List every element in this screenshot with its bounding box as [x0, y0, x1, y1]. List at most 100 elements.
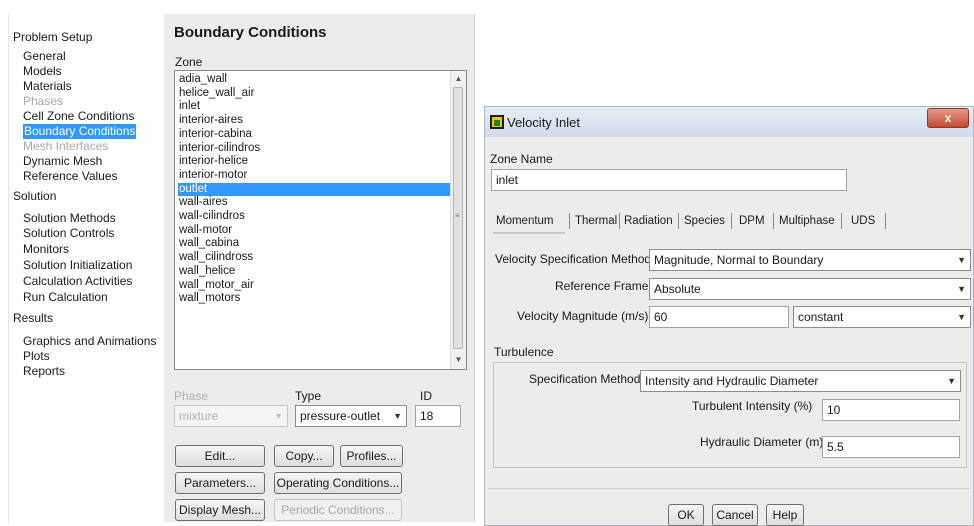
- dialog-titlebar[interactable]: Velocity Inlet x: [485, 107, 973, 137]
- tree-header-results[interactable]: Results: [13, 311, 53, 326]
- turbulent-intensity-field[interactable]: 10: [822, 399, 960, 421]
- tree-item-dynamic-mesh[interactable]: Dynamic Mesh: [23, 154, 102, 169]
- tab-separator: [619, 213, 620, 229]
- reference-frame-label: Reference Frame: [555, 279, 649, 293]
- chevron-down-icon: ▼: [957, 255, 966, 265]
- tab-uds[interactable]: UDS: [851, 210, 875, 232]
- reference-frame-value: Absolute: [654, 282, 701, 296]
- type-select[interactable]: pressure-outlet ▼: [295, 405, 407, 427]
- reference-frame-select[interactable]: Absolute ▼: [649, 278, 971, 300]
- id-field[interactable]: 18: [415, 405, 461, 427]
- zone-list-item[interactable]: inlet: [178, 100, 451, 114]
- tab-separator: [731, 213, 732, 229]
- zone-list-item[interactable]: wall-motor: [178, 224, 451, 238]
- zone-name-field[interactable]: inlet: [491, 169, 847, 191]
- parameters-button[interactable]: Parameters...: [175, 472, 265, 494]
- ok-button[interactable]: OK: [668, 504, 704, 526]
- tab-multiphase[interactable]: Multiphase: [779, 210, 835, 232]
- zone-list-scrollbar[interactable]: ▲ ≡ ▼: [450, 71, 466, 369]
- profiles-button[interactable]: Profiles...: [340, 445, 403, 467]
- zone-label: Zone: [175, 55, 203, 69]
- chevron-down-icon: ▼: [274, 411, 283, 421]
- turbulence-spec-value: Intensity and Hydraulic Diameter: [645, 374, 819, 388]
- zone-list-item[interactable]: interior-helice: [178, 155, 451, 169]
- tab-separator: [569, 213, 570, 229]
- tree-item-plots[interactable]: Plots: [23, 349, 50, 364]
- tab-separator: [773, 213, 774, 229]
- tree-item-solution-methods[interactable]: Solution Methods: [23, 211, 116, 226]
- velocity-inlet-dialog: Velocity Inlet x Zone Name inlet Momentu…: [484, 106, 974, 526]
- tree-item-models[interactable]: Models: [23, 64, 62, 79]
- zone-list-item[interactable]: wall-cilindros: [178, 210, 451, 224]
- zone-list-item[interactable]: wall-aires: [178, 196, 451, 210]
- tree-item-boundary-conditions[interactable]: Boundary Conditions: [23, 124, 137, 139]
- navigation-tree: Problem Setup General Models Materials P…: [8, 14, 165, 522]
- zone-list-item[interactable]: interior-aires: [178, 114, 451, 128]
- tab-separator: [841, 213, 842, 229]
- tree-item-reports[interactable]: Reports: [23, 364, 65, 379]
- panel-title: Boundary Conditions: [174, 24, 327, 41]
- hydraulic-diameter-label: Hydraulic Diameter (m): [700, 435, 824, 449]
- turbulent-intensity-label: Turbulent Intensity (%): [692, 399, 813, 413]
- turbulence-spec-select[interactable]: Intensity and Hydraulic Diameter ▼: [640, 370, 961, 392]
- copy-button[interactable]: Copy...: [274, 445, 334, 467]
- velocity-spec-value: Magnitude, Normal to Boundary: [654, 253, 824, 267]
- tree-item-solution-controls[interactable]: Solution Controls: [23, 226, 114, 241]
- tab-species[interactable]: Species: [684, 210, 725, 232]
- zone-list[interactable]: adia_wall helice_wall_air inlet interior…: [174, 70, 467, 370]
- dialog-title: Velocity Inlet: [507, 115, 580, 130]
- phase-select: mixture ▼: [174, 405, 288, 427]
- tree-item-run-calculation[interactable]: Run Calculation: [23, 290, 108, 305]
- zone-list-item[interactable]: wall_cilindross: [178, 251, 451, 265]
- zone-list-item[interactable]: wall_motor_air: [178, 279, 451, 293]
- zone-list-item[interactable]: interior-cilindros: [178, 142, 451, 156]
- tab-radiation[interactable]: Radiation: [624, 210, 673, 232]
- zone-list-item[interactable]: adia_wall: [178, 73, 451, 87]
- zone-list-item[interactable]: interior-motor: [178, 169, 451, 183]
- tree-item-calculation-activities[interactable]: Calculation Activities: [23, 274, 132, 289]
- hydraulic-diameter-field[interactable]: 5.5: [822, 436, 960, 458]
- edit-button[interactable]: Edit...: [175, 445, 265, 467]
- tree-item-general[interactable]: General: [23, 49, 66, 64]
- tab-thermal[interactable]: Thermal: [575, 210, 617, 232]
- zone-list-item-selected[interactable]: outlet: [178, 182, 451, 197]
- tree-item-graphics-and-animations[interactable]: Graphics and Animations: [23, 334, 156, 349]
- cancel-button[interactable]: Cancel: [712, 504, 758, 526]
- type-select-value: pressure-outlet: [300, 409, 381, 423]
- tab-dpm[interactable]: DPM: [739, 210, 765, 232]
- chevron-down-icon: ▼: [957, 284, 966, 294]
- phase-label: Phase: [174, 389, 209, 403]
- tree-header-problem-setup[interactable]: Problem Setup: [13, 30, 92, 45]
- scrollbar-thumb[interactable]: ≡: [453, 87, 463, 349]
- tree-item-solution-initialization[interactable]: Solution Initialization: [23, 258, 132, 273]
- tab-momentum[interactable]: Momentum: [496, 210, 554, 232]
- zone-list-item[interactable]: wall_motors: [178, 292, 451, 306]
- zone-list-item[interactable]: wall_cabina: [178, 237, 451, 251]
- tree-item-materials[interactable]: Materials: [23, 79, 72, 94]
- zone-list-item[interactable]: helice_wall_air: [178, 87, 451, 101]
- operating-conditions-button[interactable]: Operating Conditions...: [274, 472, 402, 494]
- velocity-magnitude-field[interactable]: 60: [649, 306, 789, 328]
- tree-item-cell-zone-conditions[interactable]: Cell Zone Conditions: [23, 109, 134, 124]
- velocity-spec-select[interactable]: Magnitude, Normal to Boundary ▼: [649, 249, 971, 271]
- tree-item-monitors[interactable]: Monitors: [23, 242, 69, 257]
- scroll-up-arrow-icon[interactable]: ▲: [451, 72, 466, 86]
- turbulence-group-label: Turbulence: [494, 345, 554, 359]
- tree-header-solution[interactable]: Solution: [13, 189, 56, 204]
- boundary-conditions-panel: Boundary Conditions Zone adia_wall helic…: [164, 14, 475, 522]
- tree-item-phases: Phases: [23, 94, 64, 108]
- tree-item-reference-values[interactable]: Reference Values: [23, 169, 118, 184]
- help-button[interactable]: Help: [766, 504, 804, 526]
- close-button[interactable]: x: [927, 108, 969, 128]
- tab-separator: [885, 213, 886, 229]
- zone-list-item[interactable]: wall_helice: [178, 265, 451, 279]
- turbulence-group: Specification Method Intensity and Hydra…: [493, 362, 967, 468]
- close-icon: x: [944, 111, 952, 125]
- velocity-magnitude-mode-select[interactable]: constant ▼: [793, 306, 971, 328]
- scroll-down-arrow-icon[interactable]: ▼: [451, 353, 466, 367]
- zone-list-item[interactable]: interior-cabina: [178, 128, 451, 142]
- display-mesh-button[interactable]: Display Mesh...: [175, 499, 265, 521]
- chevron-down-icon: ▼: [947, 376, 956, 386]
- tab-separator: [678, 213, 679, 229]
- fluent-app-icon: [490, 115, 504, 129]
